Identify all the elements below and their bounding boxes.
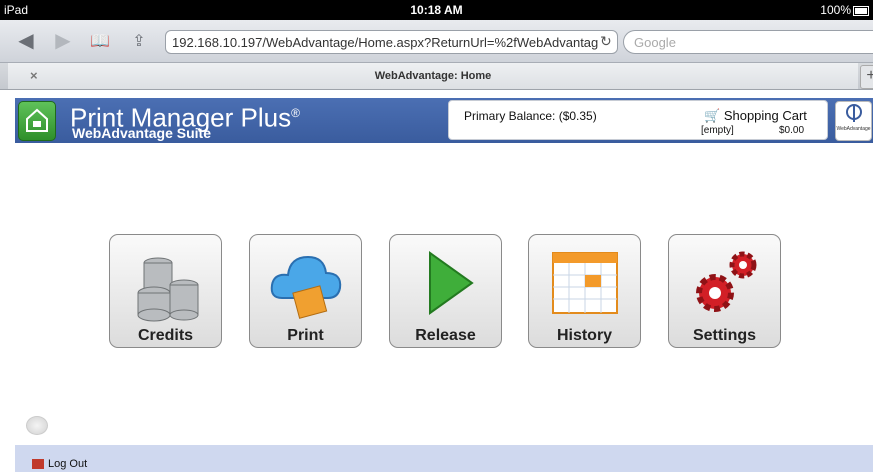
new-tab-button[interactable]: + <box>860 65 873 89</box>
browser-toolbar: ◀ ▶ 📖 ⇪ 192.168.10.197/WebAdvantage/Home… <box>0 20 873 63</box>
footer-bar: Log Out <box>15 445 873 472</box>
cloud-print-icon <box>270 255 342 319</box>
calendar-icon <box>552 252 618 314</box>
search-input[interactable]: Google <box>623 30 873 54</box>
history-button[interactable]: History <box>528 234 641 348</box>
clock: 10:18 AM <box>410 3 463 17</box>
battery-indicator: 100% <box>820 3 869 17</box>
address-bar[interactable]: 192.168.10.197/WebAdvantage/Home.aspx?Re… <box>165 30 618 54</box>
app-header: Print Manager Plus® WebAdvantage Suite P… <box>15 98 873 143</box>
close-tab-icon[interactable]: × <box>30 63 38 89</box>
tab-bar: × WebAdvantage: Home + <box>0 63 873 90</box>
gears-icon <box>696 251 757 312</box>
release-button[interactable]: Release <box>389 234 502 348</box>
cart-icon: 🛒 <box>704 108 721 123</box>
print-button[interactable]: Print <box>249 234 362 348</box>
release-label: Release <box>415 327 476 344</box>
webadvantage-logo: WebAdvantage <box>835 101 872 141</box>
loading-indicator <box>26 416 48 435</box>
tab-webadvantage-home[interactable]: × WebAdvantage: Home <box>8 63 858 89</box>
share-icon[interactable]: ⇪ <box>128 31 150 51</box>
primary-balance: Primary Balance: ($0.35) <box>464 109 597 123</box>
cart-status: [empty] <box>701 125 734 136</box>
home-icon[interactable] <box>18 101 56 141</box>
play-icon <box>429 251 474 315</box>
balance-cart-panel: Primary Balance: ($0.35) 🛒 Shopping Cart… <box>448 100 828 140</box>
reload-icon[interactable]: ↻ <box>600 33 612 50</box>
cart-total: $0.00 <box>779 125 805 136</box>
shopping-cart-link[interactable]: 🛒 Shopping Cart <box>704 108 807 124</box>
brand-subtitle: WebAdvantage Suite <box>72 125 211 141</box>
settings-label: Settings <box>692 327 757 344</box>
logout-icon <box>32 459 44 470</box>
logout-link[interactable]: Log Out <box>32 458 87 470</box>
ios-status-bar: iPad 10:18 AM 100% <box>0 0 873 20</box>
tab-title: WebAdvantage: Home <box>374 70 492 82</box>
credits-label: Credits <box>137 327 194 344</box>
back-icon[interactable]: ◀ <box>15 28 37 53</box>
bookmarks-icon[interactable]: 📖 <box>89 31 111 51</box>
history-label: History <box>556 327 613 344</box>
battery-icon <box>853 5 869 16</box>
forward-icon[interactable]: ▶ <box>52 28 74 53</box>
credits-button[interactable]: Credits <box>109 234 222 348</box>
settings-button[interactable]: Settings <box>668 234 781 348</box>
coins-icon <box>137 257 199 322</box>
print-label: Print <box>287 327 324 344</box>
